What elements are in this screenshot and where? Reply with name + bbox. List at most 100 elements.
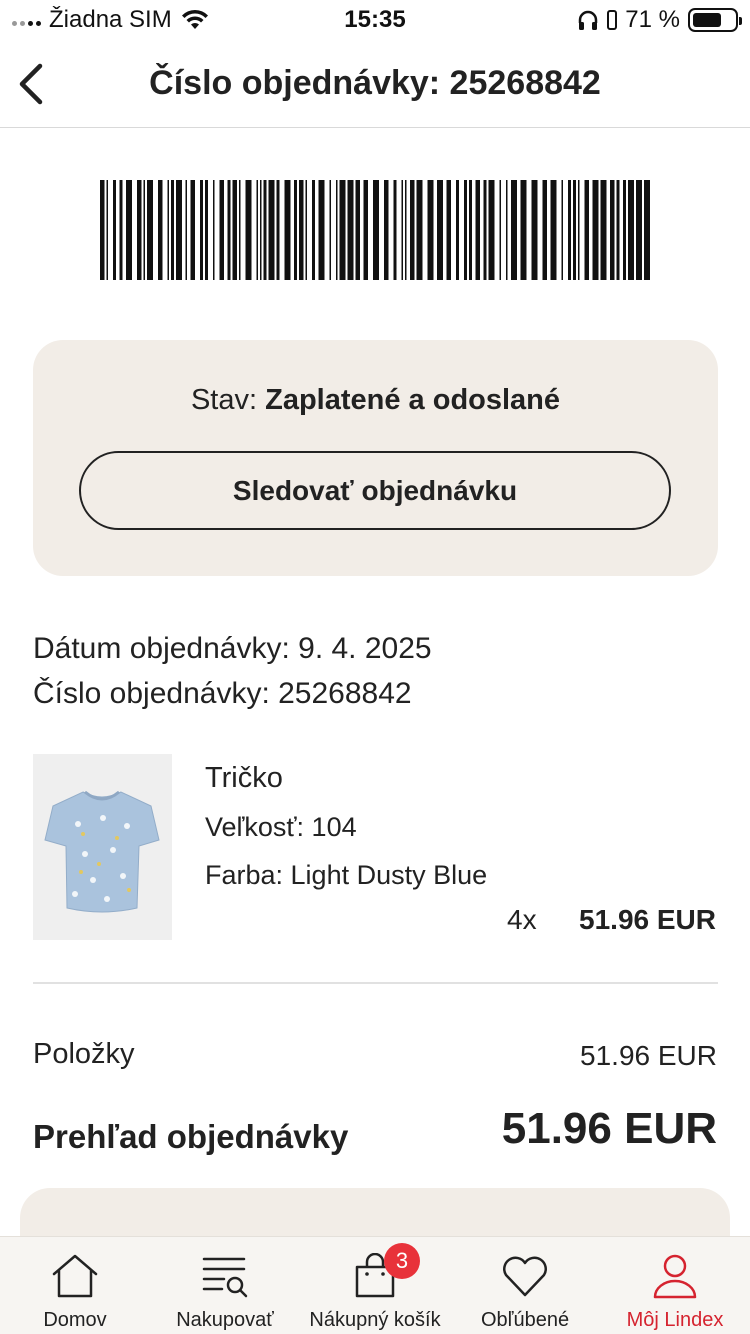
barcode-bar [488,180,495,280]
barcode-bar [100,180,105,280]
barcode-bar [336,180,338,280]
barcode-bar [520,180,527,280]
tab-favorites[interactable]: Obľúbené [450,1237,600,1334]
barcode-bar [171,180,174,280]
tab-label: Nákupný košík [309,1309,441,1331]
barcode-bar [318,180,325,280]
page-title: Číslo objednávky: 25268842 [149,64,601,102]
barcode-bar [584,180,589,280]
barcode-bar [506,180,508,280]
barcode-bar [213,180,215,280]
barcode-bar [299,180,304,280]
barcode-bar [143,180,145,280]
barcode-bar [437,180,443,280]
summary-total: 51.96 EUR [501,1104,717,1153]
product-size: Veľkosť: 104 [205,812,357,842]
tab-cart[interactable]: 3 Nákupný košík [300,1237,450,1334]
barcode-bar [427,180,434,280]
barcode-bar [276,180,280,280]
barcode-bar [483,180,487,280]
tab-my-lindex[interactable]: Môj Lindex [600,1237,750,1334]
headphones-icon [579,10,598,30]
barcode-bar [410,180,415,280]
barcode-bar [239,180,241,280]
barcode-bar [511,180,517,280]
barcode-bar [475,180,480,280]
barcode-bar [561,180,563,280]
status-right: 71 % [577,6,742,34]
barcode-bar [628,180,634,280]
product-image[interactable] [33,754,172,940]
barcode-bar [119,180,123,280]
battery-percent: 71 % [625,6,680,33]
barcode-bar [305,180,307,280]
barcode-bar [232,180,237,280]
tab-label: Nakupovať [176,1309,274,1331]
barcode-bar [600,180,607,280]
barcode-bar [126,180,132,280]
product-color: Farba: Light Dusty Blue [205,860,488,890]
barcode-bar [636,180,642,280]
order-item[interactable]: Tričko Veľkosť: 104 Farba: Light Dusty B… [33,754,718,940]
barcode-bar [446,180,451,280]
barcode-bar [167,180,169,280]
barcode-bar [416,180,423,280]
items-value: 51.96 EUR [580,1040,717,1071]
barcode-bar [263,180,267,280]
barcode-bar [147,180,153,280]
barcode-bar [405,180,407,280]
barcode-bar [568,180,571,280]
barcode-bar [284,180,291,280]
barcode-bar [200,180,203,280]
barcode-bar [550,180,557,280]
barcode-bar [578,180,580,280]
barcode-bar [113,180,116,280]
barcode-bar [592,180,599,280]
barcode-bar [393,180,397,280]
status-value: Zaplatené a odoslané [265,384,561,416]
battery-icon [688,8,742,32]
barcode-bar [531,180,538,280]
barcode-bar [294,180,297,280]
barcode-bar [464,180,467,280]
tab-label: Domov [43,1309,107,1331]
barcode-bar [260,180,262,280]
order-date: Dátum objednávky: 9. 4. 2025 [33,632,432,665]
track-order-button[interactable]: Sledovať objednávku [79,451,671,530]
barcode-bar [616,180,620,280]
status-bar: Žiadna SIM 15:35 71 % [0,0,750,42]
barcode-bar [339,180,346,280]
barcode-bar [256,180,258,280]
tab-label: Obľúbené [480,1309,570,1331]
nav-header: Číslo objednávky: 25268842 [0,42,750,128]
status-prefix: Stav: [190,384,258,416]
barcode-bar [329,180,331,280]
order-barcode [100,180,650,280]
portrait-lock-icon [607,10,618,30]
barcode-bar [373,180,379,280]
barcode-bar [363,180,368,280]
tab-shop[interactable]: Nakupovať [150,1237,300,1334]
barcode-bar [106,180,108,280]
barcode-bar [623,180,626,280]
user-icon [653,1254,697,1299]
items-label: Položky [33,1038,135,1070]
barcode-bar [137,180,142,280]
barcode-bar [219,180,224,280]
barcode-bar [610,180,615,280]
barcode-bar [190,180,195,280]
barcode-bar [499,180,501,280]
barcode-bar [268,180,275,280]
order-number: Číslo objednávky: 25268842 [33,677,412,710]
barcode-bar [245,180,252,280]
barcode-bar [573,180,576,280]
barcode-bar [542,180,547,280]
barcode-bar [185,180,187,280]
barcode-bar [312,180,315,280]
tab-home[interactable]: Domov [0,1237,150,1334]
tab-label: Môj Lindex [626,1309,724,1331]
barcode-bar [205,180,208,280]
barcode-bar [227,180,231,280]
battery-fill [693,13,722,27]
heart-icon [503,1256,547,1297]
